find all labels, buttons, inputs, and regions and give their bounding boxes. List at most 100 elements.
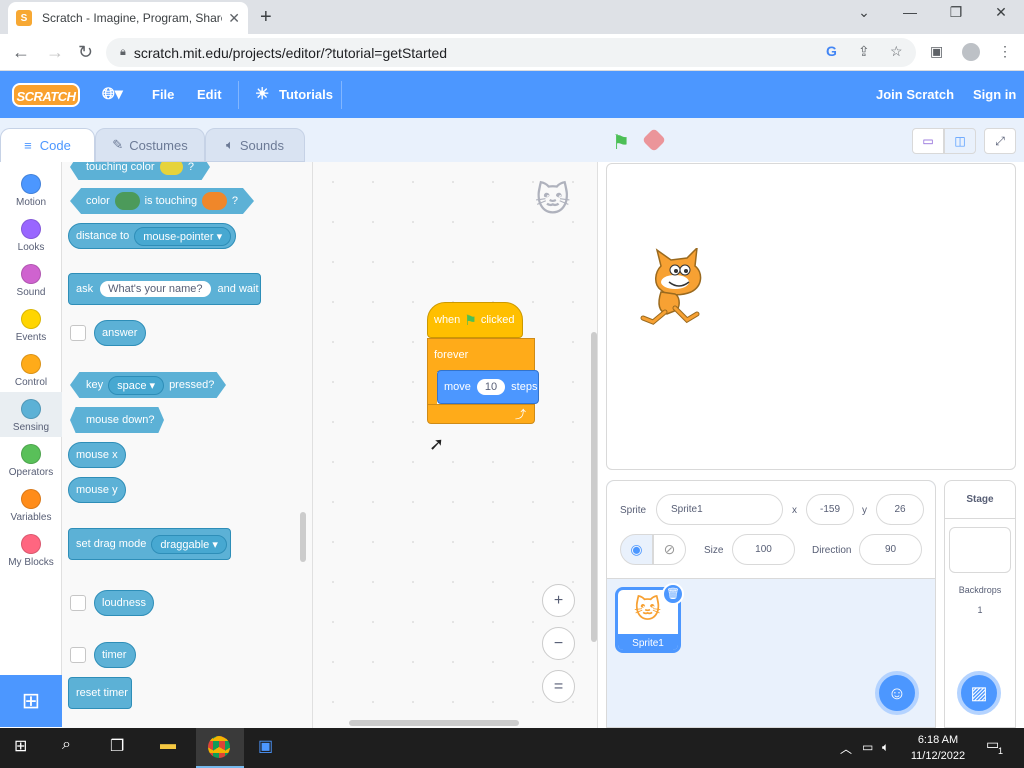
search-icon[interactable]: ⌕ xyxy=(62,736,71,754)
workspace-v-scrollbar[interactable] xyxy=(591,332,597,642)
sign-in-link[interactable]: Sign in xyxy=(973,87,1016,102)
block-ask-and-wait[interactable]: ask What's your name? and wait xyxy=(68,273,261,305)
scratch-cat-sprite-icon[interactable] xyxy=(631,248,721,338)
profile-avatar-icon[interactable] xyxy=(962,43,980,61)
block-mouse-x[interactable]: mouse x xyxy=(68,442,126,468)
green-flag-icon[interactable]: ⚑ xyxy=(612,130,630,155)
file-explorer-icon[interactable]: ▬ xyxy=(160,736,176,754)
tab-code[interactable]: ≡ Code xyxy=(0,128,95,162)
menu-kebab-icon[interactable]: ⋮ xyxy=(998,43,1012,60)
forward-icon[interactable]: → xyxy=(46,42,64,63)
close-window-icon[interactable]: ✕ xyxy=(987,4,1015,21)
code-workspace[interactable]: 🐱︎ when ⚑ clicked forever move 10 steps ⤴ ➚ … xyxy=(312,162,598,728)
steps-input[interactable]: 10 xyxy=(476,379,506,395)
timer-checkbox[interactable] xyxy=(70,647,86,663)
block-answer[interactable]: answer xyxy=(94,320,146,346)
ask-text-input[interactable]: What's your name? xyxy=(100,281,211,297)
x-position-input[interactable]: -159 xyxy=(806,494,854,525)
choose-backdrop-button[interactable]: ▨ xyxy=(957,671,1001,715)
edit-menu[interactable]: Edit xyxy=(197,87,222,102)
block-distance-to[interactable]: distance to mouse-pointer ▾ xyxy=(68,223,236,249)
block-key-pressed[interactable]: key space ▾ pressed? xyxy=(70,372,226,398)
block-mouse-y[interactable]: mouse y xyxy=(68,477,126,503)
tab-search-icon[interactable]: ⌄ xyxy=(850,4,878,21)
color-swatch-orange[interactable] xyxy=(202,192,227,210)
address-bar[interactable]: 🔒︎ scratch.mit.edu/projects/editor/?tuto… xyxy=(106,38,916,67)
category-events[interactable]: Events xyxy=(0,302,62,347)
block-set-drag-mode[interactable]: set drag mode draggable ▾ xyxy=(68,528,231,560)
minimize-icon[interactable]: — xyxy=(896,4,924,20)
tutorials-menu[interactable]: Tutorials xyxy=(279,87,333,102)
y-position-input[interactable]: 26 xyxy=(876,494,924,525)
tray-chevron-icon[interactable]: ︿ xyxy=(840,740,852,757)
restore-icon[interactable]: ❐ xyxy=(942,4,970,21)
category-sound[interactable]: Sound xyxy=(0,257,62,302)
stop-sign-icon[interactable] xyxy=(641,127,667,153)
category-variables[interactable]: Variables xyxy=(0,482,62,527)
answer-checkbox[interactable] xyxy=(70,325,86,341)
tab-sounds[interactable]: 🔈︎ Sounds xyxy=(205,128,305,162)
chrome-taskbar-button[interactable] xyxy=(196,728,244,768)
block-touching-color[interactable]: touching color? xyxy=(70,162,210,180)
block-color-is-touching[interactable]: color is touching? xyxy=(70,188,254,214)
zoom-in-button[interactable]: + xyxy=(542,584,575,617)
category-operators[interactable]: Operators xyxy=(0,437,62,482)
google-icon[interactable]: G xyxy=(826,43,837,59)
key-dropdown[interactable]: space ▾ xyxy=(108,375,165,395)
color-swatch-green[interactable] xyxy=(114,192,140,210)
drag-mode-dropdown[interactable]: draggable ▾ xyxy=(151,534,227,554)
app-window-icon[interactable]: ▣ xyxy=(258,736,273,756)
fullscreen-icon[interactable]: ⤢ xyxy=(984,128,1016,154)
mouse-pointer-dropdown[interactable]: mouse-pointer ▾ xyxy=(134,226,232,246)
choose-sprite-button[interactable]: ☺ xyxy=(875,671,919,715)
share-icon[interactable]: ⇪ xyxy=(858,43,870,60)
workspace-h-scrollbar[interactable] xyxy=(349,720,519,726)
join-scratch-link[interactable]: Join Scratch xyxy=(876,87,954,102)
loudness-checkbox[interactable] xyxy=(70,595,86,611)
close-tab-icon[interactable]: ✕ xyxy=(228,10,240,27)
small-stage-icon[interactable]: ▭ xyxy=(912,128,944,154)
side-panel-icon[interactable]: ▣ xyxy=(930,43,943,60)
block-timer[interactable]: timer xyxy=(94,642,136,668)
block-mouse-down[interactable]: mouse down? xyxy=(70,407,164,433)
block-when-flag-clicked[interactable]: when ⚑ clicked xyxy=(427,302,523,338)
category-my-blocks[interactable]: My Blocks xyxy=(0,527,62,572)
block-forever[interactable]: forever xyxy=(427,338,535,372)
bookmark-star-icon[interactable]: ☆ xyxy=(890,43,903,60)
tab-costumes[interactable]: ✎ Costumes xyxy=(95,128,205,162)
loop-arrow-icon: ⤴ xyxy=(515,409,526,421)
windows-start-icon[interactable]: ⊞ xyxy=(14,736,27,756)
color-swatch-yellow[interactable] xyxy=(159,162,183,175)
reload-icon[interactable]: ↻ xyxy=(78,42,93,63)
file-menu[interactable]: File xyxy=(152,87,174,102)
delete-sprite-icon[interactable]: 🗑︎ xyxy=(662,583,684,605)
direction-input[interactable]: 90 xyxy=(859,534,922,565)
zoom-out-button[interactable]: − xyxy=(542,627,575,660)
category-control[interactable]: Control xyxy=(0,347,62,392)
sprite-name-input[interactable]: Sprite1 xyxy=(656,494,783,525)
zoom-reset-button[interactable]: = xyxy=(542,670,575,703)
volume-icon[interactable]: 🔈︎ xyxy=(882,740,889,755)
block-move-steps[interactable]: move 10 steps xyxy=(437,370,539,404)
language-globe-icon[interactable]: 🌐︎▾ xyxy=(102,84,123,104)
stage-thumbnail[interactable] xyxy=(949,527,1011,573)
clock[interactable]: 6:18 AM 11/12/2022 xyxy=(905,732,971,764)
network-icon[interactable]: ▭ xyxy=(862,740,873,754)
stage-canvas[interactable] xyxy=(606,163,1016,470)
block-reset-timer[interactable]: reset timer xyxy=(68,677,132,709)
hide-sprite-eye-icon[interactable]: ⊘ xyxy=(653,534,686,565)
task-view-icon[interactable]: ❐ xyxy=(110,736,124,756)
category-looks[interactable]: Looks xyxy=(0,212,62,257)
browser-tab[interactable]: S Scratch - Imagine, Program, Share ✕ xyxy=(8,2,248,34)
add-extension-button[interactable]: ⊞ xyxy=(0,675,62,727)
block-loudness[interactable]: loudness xyxy=(94,590,154,616)
category-sensing[interactable]: Sensing xyxy=(0,392,62,437)
palette-scrollbar[interactable] xyxy=(300,512,306,562)
category-motion[interactable]: Motion xyxy=(0,167,62,212)
large-stage-icon[interactable]: ◫ xyxy=(944,128,976,154)
scratch-logo[interactable]: SCRATCH xyxy=(12,83,80,107)
new-tab-icon[interactable]: + xyxy=(260,6,272,29)
back-icon[interactable]: ← xyxy=(12,42,30,63)
size-input[interactable]: 100 xyxy=(732,534,795,565)
show-sprite-eye-icon[interactable]: ◉ xyxy=(620,534,653,565)
